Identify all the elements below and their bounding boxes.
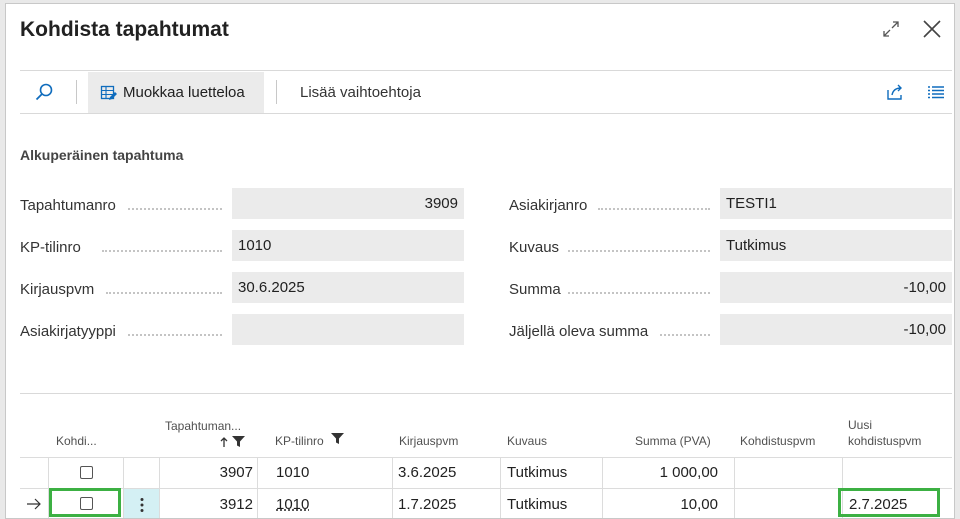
apply-checkbox[interactable] (80, 466, 93, 479)
column-header-description[interactable]: Kuvaus (507, 433, 547, 449)
cell-gl-account-no[interactable]: 1010 (276, 494, 309, 516)
dialog-title: Kohdista tapahtumat (20, 18, 229, 41)
field-leader-dots (106, 290, 222, 294)
expand-button[interactable] (878, 16, 904, 42)
action-toolbar: Muokkaa luetteloa Lisää vaihtoehtoja (20, 70, 952, 114)
column-header-entry-no-indicators (220, 435, 250, 449)
field-value-remaining-amount: -10,00 (720, 314, 952, 345)
cell-new-application-date[interactable]: 2.7.2025 (849, 494, 907, 516)
row-actions-button[interactable] (124, 489, 159, 518)
share-icon (887, 84, 902, 100)
table-grid-line (392, 457, 393, 518)
toolbar-separator (76, 80, 77, 104)
field-leader-dots (598, 206, 710, 210)
cell-entry-no: 3912 (219, 496, 253, 513)
field-label-document-type: Asiakirjatyyppi (20, 323, 116, 340)
field-label-amount: Summa (509, 281, 561, 298)
field-value-document-no: TESTI1 (720, 188, 952, 219)
cell-amount: 1 000,00 (659, 464, 718, 481)
cell-description: Tutkimus (507, 464, 568, 481)
toolbar-separator (276, 80, 277, 104)
field-value-amount: -10,00 (720, 272, 952, 303)
more-options-button[interactable]: Lisää vaihtoehtoja (300, 71, 421, 113)
column-header-posting-date[interactable]: Kirjauspvm (399, 433, 458, 449)
field-label-remaining-amount: Jäljellä oleva summa (509, 323, 649, 340)
edit-list-button[interactable]: Muokkaa luetteloa (88, 72, 264, 113)
vertical-ellipsis-icon (140, 497, 143, 512)
search-button[interactable] (30, 71, 58, 113)
column-header-gl-account-no-label: KP-tilinro (275, 434, 324, 448)
field-leader-dots (128, 206, 222, 210)
column-header-gl-account-no[interactable]: KP-tilinro (275, 433, 345, 449)
table-grid-line (734, 457, 735, 518)
section-divider (20, 393, 952, 394)
column-header-amount[interactable]: Summa (PVA) (635, 433, 711, 449)
column-header-entry-no[interactable]: Tapahtuman... (165, 418, 241, 434)
cell-posting-date: 1.7.2025 (398, 496, 457, 513)
field-value-description: Tutkimus (720, 230, 952, 261)
edit-list-label: Muokkaa luetteloa (123, 84, 245, 101)
field-label-posting-date: Kirjauspvm (20, 281, 95, 298)
table-grid-line (257, 457, 258, 518)
cell-gl-account-no[interactable]: 1010 (276, 462, 309, 484)
column-header-new-application-date[interactable]: Uusi kohdistuspvm (848, 417, 921, 449)
current-row-arrow-icon (27, 498, 41, 510)
filter-funnel-icon (331, 433, 345, 444)
field-leader-dots (102, 248, 222, 252)
cell-description: Tutkimus (507, 496, 568, 513)
field-leader-dots (128, 332, 222, 336)
column-header-apply[interactable]: Kohdi... (56, 433, 97, 449)
close-x-icon (923, 20, 941, 38)
cell-entry-no: 3907 (219, 464, 253, 481)
field-value-gl-account-no: 1010 (232, 230, 464, 261)
cell-posting-date: 3.6.2025 (398, 464, 457, 481)
field-value-posting-date: 30.6.2025 (232, 272, 464, 303)
field-leader-dots (568, 290, 710, 294)
field-label-description: Kuvaus (509, 239, 560, 256)
sort-ascending-arrow-icon (220, 437, 228, 447)
field-label-entry-no: Tapahtumanro (20, 197, 116, 214)
edit-list-icon (100, 85, 117, 100)
field-value-document-type (232, 314, 464, 345)
list-view-icon (928, 86, 944, 99)
field-label-gl-account-no: KP-tilinro (20, 239, 81, 256)
apply-entries-dialog: Kohdista tapahtumat Muokkaa luetteloa Li… (5, 3, 955, 519)
list-view-button[interactable] (923, 71, 949, 113)
column-header-new-application-date-line2: kohdistuspvm (848, 434, 922, 448)
filter-funnel-icon (232, 436, 245, 447)
section-title-original-entry: Alkuperäinen tapahtuma (20, 147, 184, 163)
column-header-application-date[interactable]: Kohdistuspvm (740, 433, 815, 449)
field-leader-dots (568, 248, 710, 252)
expand-arrows-icon (883, 21, 899, 37)
apply-checkbox-highlight (49, 488, 121, 517)
cell-amount: 10,00 (680, 496, 718, 513)
close-button[interactable] (919, 16, 945, 42)
table-grid-line (500, 457, 501, 518)
field-value-entry-no: 3909 (232, 188, 464, 219)
search-icon (35, 83, 53, 101)
share-button[interactable] (882, 71, 908, 113)
column-header-new-application-date-line1: Uusi (848, 418, 873, 432)
field-label-document-no: Asiakirjanro (509, 197, 588, 214)
field-leader-dots (660, 332, 710, 336)
